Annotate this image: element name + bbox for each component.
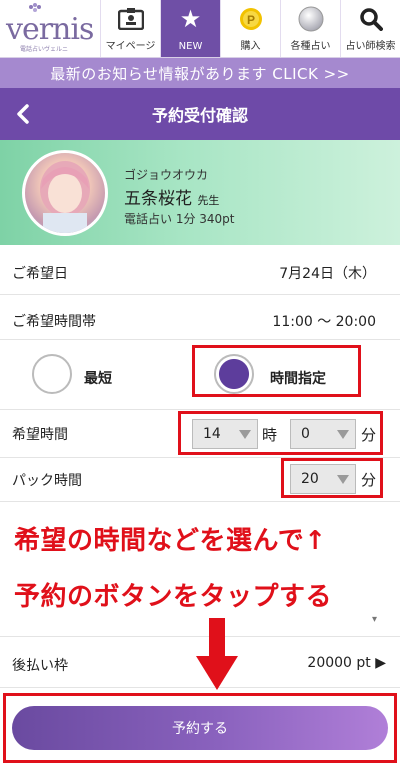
reserve-button-label: 予約する [172,721,228,737]
nav-new[interactable]: ★ NEW [160,0,220,57]
logo-subtext: 電話占いヴェルニ [20,46,69,53]
page-title-bar: 予約受付確認 [0,88,400,140]
star-icon: ★ [179,5,202,33]
crystal-ball-icon [298,6,323,32]
arrow-down-icon [196,618,238,690]
notice-text: 最新のお知らせ情報があります CLICK >> [50,64,350,83]
search-icon [359,8,383,31]
highlight-specified-time [192,345,361,397]
postpay-label: 後払い枠 [12,658,68,674]
highlight-desired-time [178,411,383,455]
fortune-teller-profile: ゴジョウオウカ 五条桜花 先生 電話占い 1分 340pt [0,140,400,245]
page-title: 予約受付確認 [151,106,248,125]
teller-kana: ゴジョウオウカ [124,168,209,182]
nav-purchase-label: 購入 [240,41,261,52]
timeslot-label: ご希望時間帯 [12,314,96,330]
nav-search-label: 占い師検索 [345,41,396,52]
tel-rate: 電話占い 1分 340pt [124,212,235,226]
timeslot-value: 11:00 〜 20:00 [272,314,376,330]
partial-chevron-icon: ▾ [372,614,378,625]
id-card-icon [117,8,144,30]
desired-time-label: 希望時間 [12,427,68,443]
vernis-logo[interactable]: vernis 電話占いヴェルニ [0,0,100,58]
nav-search[interactable]: 占い師検索 [340,0,400,57]
radio-shortest-label: 最短 [84,371,112,387]
nav-mypage-label: マイページ [105,41,156,52]
avatar [22,150,108,236]
teller-honorific: 先生 [197,194,220,207]
pack-time-label: パック時間 [12,473,82,489]
nav-purchase[interactable]: P 購入 [220,0,280,57]
date-value: 7月24日（木） [279,266,376,282]
back-chevron-icon[interactable] [12,100,36,128]
coin-icon: P [239,8,262,30]
instruction-line-1: 希望の時間などを選んで↑ [14,526,327,556]
postpay-value: 20000 pt ▶ [307,655,386,671]
date-label: ご希望日 [12,266,68,282]
svg-text:P: P [246,13,254,27]
date-row: ご希望日 7月24日（木） [0,245,400,295]
timeslot-row: ご希望時間帯 11:00 〜 20:00 [0,295,400,340]
app-header: vernis 電話占いヴェルニ マイページ ★ NEW P 購入 各種占い 占い… [0,0,400,58]
teller-name: 五条桜花 [124,189,192,209]
nav-mypage[interactable]: マイページ [100,0,160,57]
instruction-line-2: 予約のボタンをタップする [14,582,333,612]
highlight-pack-time [281,458,383,498]
top-nav: マイページ ★ NEW P 購入 各種占い 占い師検索 [100,0,400,57]
logo-text: vernis [6,12,94,47]
reserve-button[interactable]: 予約する [12,706,388,750]
nav-fortunes[interactable]: 各種占い [280,0,340,57]
nav-new-label: NEW [178,41,203,52]
portrait-illustration [40,161,90,233]
nav-fortunes-label: 各種占い [290,41,331,52]
news-notice-bar[interactable]: 最新のお知らせ情報があります CLICK >> [0,58,400,88]
teller-name-line: 五条桜花 先生 [124,184,219,209]
radio-shortest[interactable] [32,354,72,394]
